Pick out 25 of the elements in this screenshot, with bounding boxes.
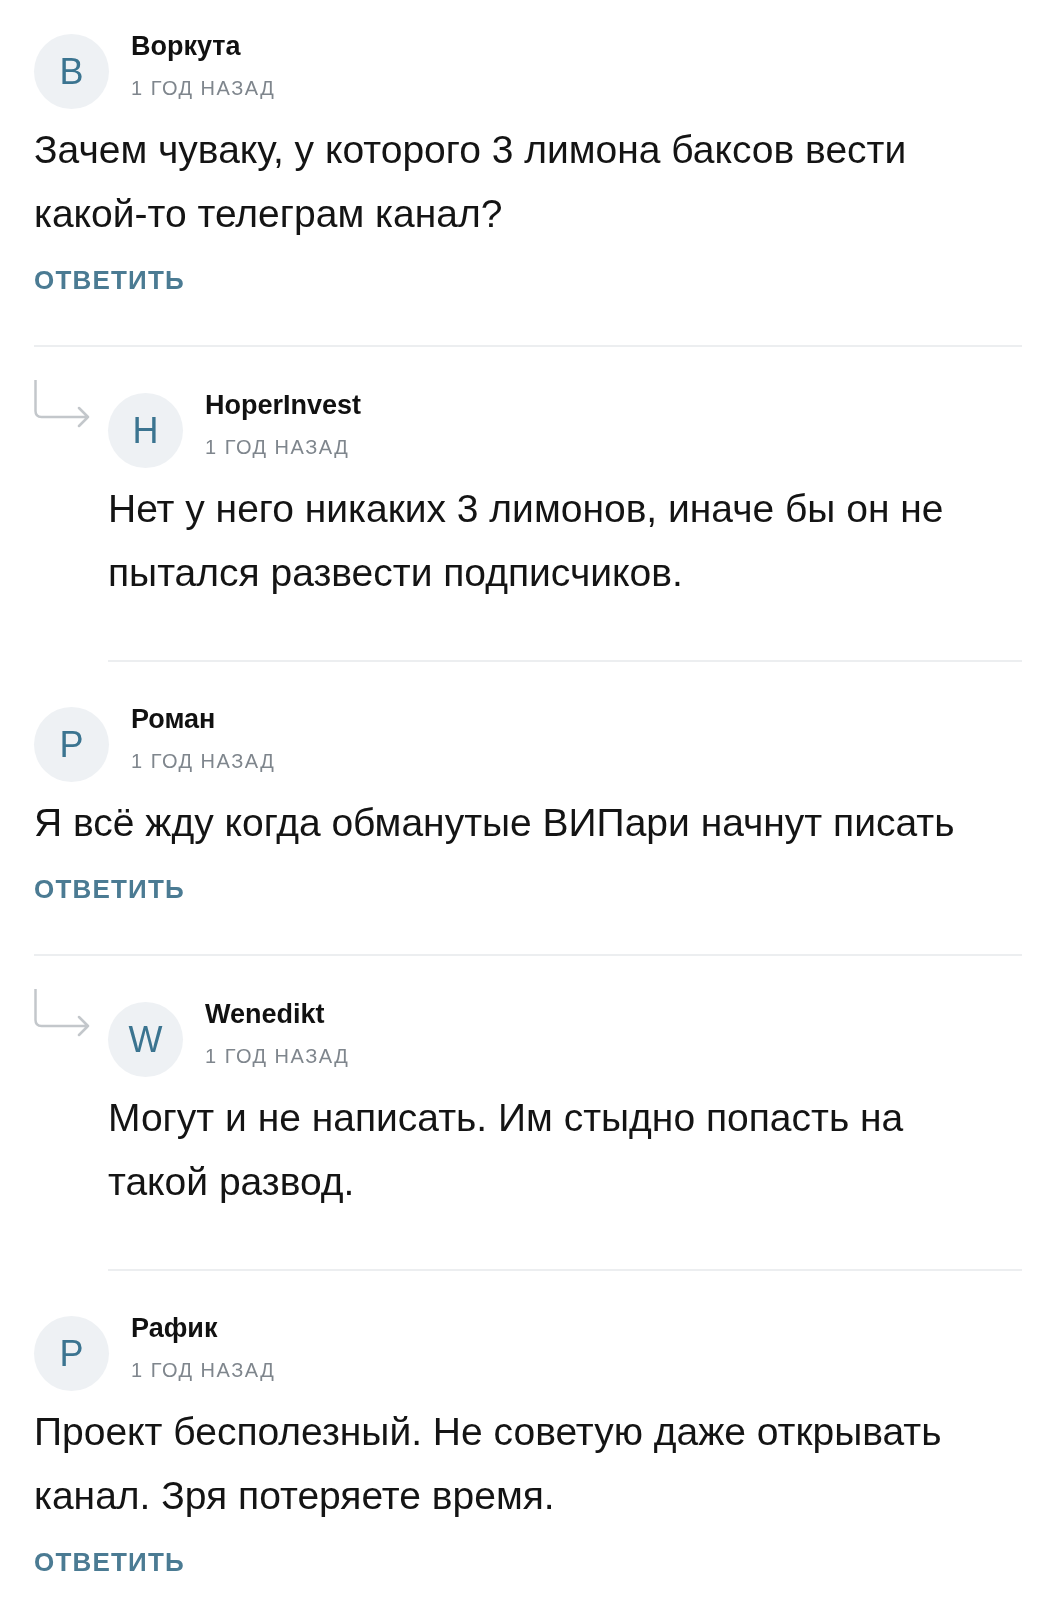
author-name: Wenedikt <box>205 998 326 1030</box>
comment-time: 1 ГОД НАЗАД <box>131 76 276 100</box>
comment-text: Проект бесполезный. Не советую даже открывать канал. Зря потеряете время. <box>34 1409 943 1519</box>
avatar: Р <box>34 707 109 782</box>
author-name: Роман <box>131 703 217 735</box>
comment-text: Нет у него никаких 3 лимонов, иначе бы он не пытался развести подписчиков. <box>108 486 945 596</box>
avatar: В <box>34 34 109 109</box>
comment-text: Зачем чуваку, у которого 3 лимона баксов вести какой-то телеграм канал? <box>34 127 908 237</box>
author-name: Рафик <box>131 1312 219 1344</box>
author-name: HoperInvest <box>205 389 362 421</box>
comment-time: 1 ГОД НАЗАД <box>131 749 276 773</box>
reply-button[interactable]: ОТВЕТИТЬ <box>34 264 185 296</box>
reply-button[interactable]: ОТВЕТИТЬ <box>34 1546 185 1578</box>
comment-text: Могут и не написать. Им стыдно попасть на такой развод. <box>108 1095 905 1205</box>
avatar: H <box>108 393 183 468</box>
author-name: Воркута <box>131 30 242 62</box>
reply-button[interactable]: ОТВЕТИТЬ <box>34 873 185 905</box>
comment-text: Я всё жду когда обманутые ВИПари начнут писать <box>34 800 956 846</box>
comment-time: 1 ГОД НАЗАД <box>131 1358 276 1382</box>
comment-time: 1 ГОД НАЗАД <box>205 1044 350 1068</box>
avatar: W <box>108 1002 183 1077</box>
avatar: Р <box>34 1316 109 1391</box>
comment-time: 1 ГОД НАЗАД <box>205 435 351 459</box>
corner-arrow-icon <box>34 989 90 1037</box>
corner-arrow-icon <box>34 380 90 428</box>
